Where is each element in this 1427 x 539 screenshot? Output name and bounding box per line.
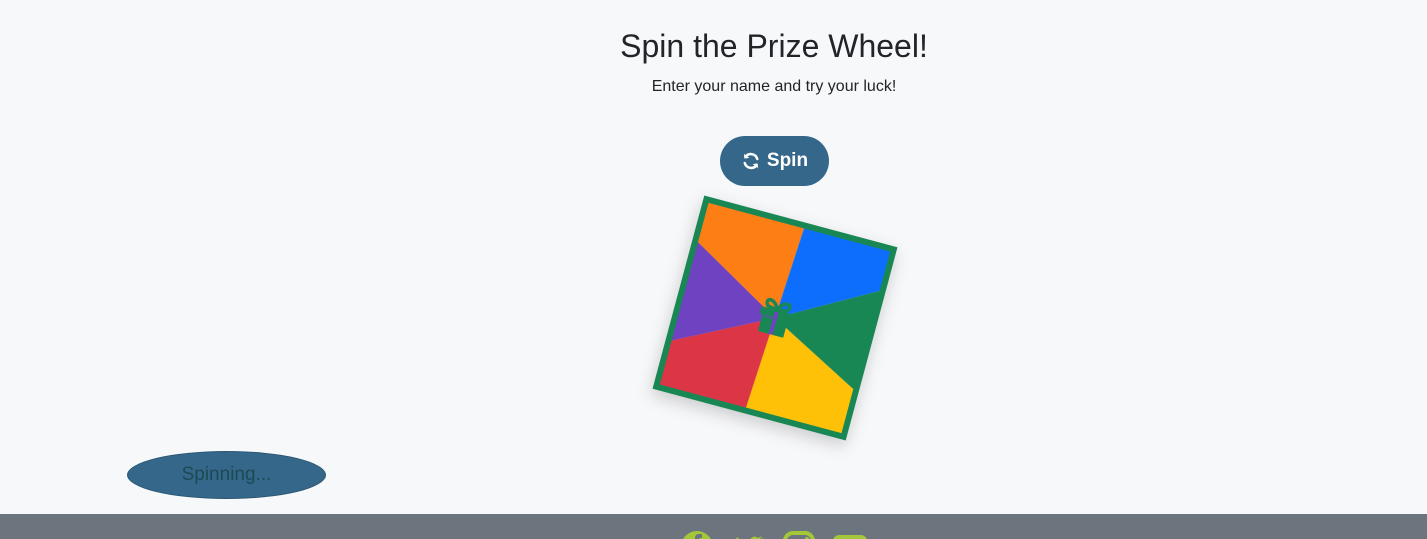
twitter-icon[interactable] — [731, 530, 765, 539]
spinning-status-text: Spinning... — [181, 464, 272, 485]
sync-icon — [741, 151, 761, 171]
spin-button[interactable]: Spin — [720, 136, 829, 186]
page-subtitle: Enter your name and try your luck! — [651, 78, 897, 95]
youtube-icon[interactable] — [832, 530, 867, 539]
instagram-icon[interactable] — [782, 530, 816, 539]
page-title: Spin the Prize Wheel! — [620, 28, 928, 64]
page: Spin the Prize Wheel! Enter your name an… — [0, 0, 1427, 539]
spinning-status: Spinning... — [127, 451, 326, 499]
footer — [0, 514, 1427, 539]
prize-wheel[interactable] — [652, 195, 898, 441]
spin-button-label: Spin — [766, 150, 809, 171]
facebook-icon[interactable] — [680, 530, 714, 539]
